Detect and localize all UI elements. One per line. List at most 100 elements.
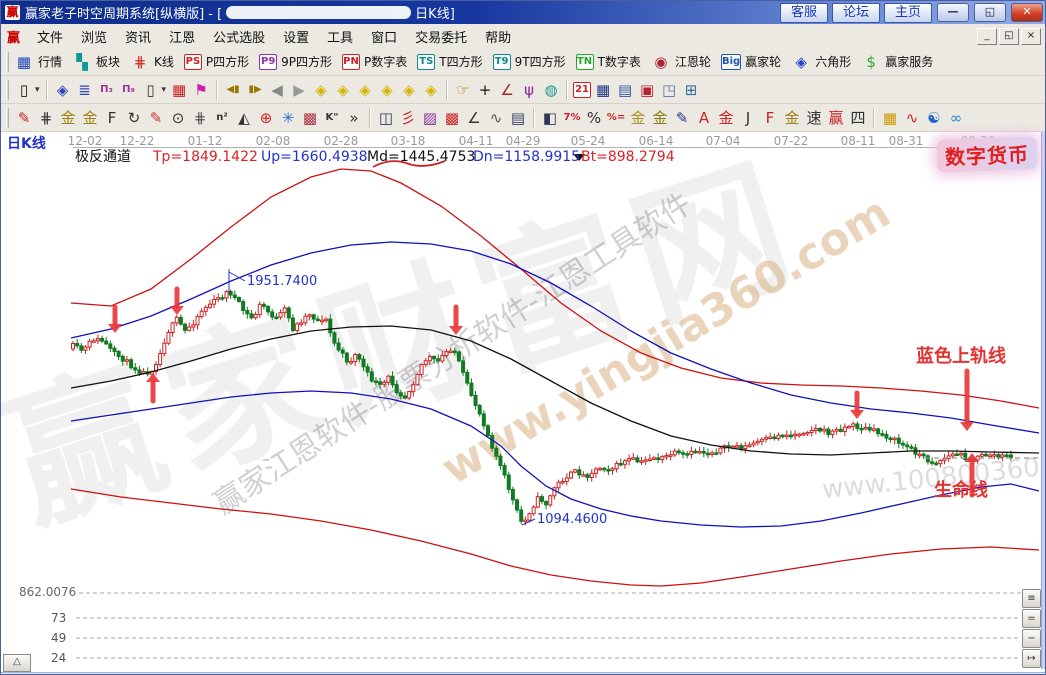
gann-wheel-icon[interactable]: ◉ xyxy=(651,51,671,73)
k-quote-icon[interactable]: K" xyxy=(322,107,342,129)
more-tools-icon[interactable]: » xyxy=(344,107,364,129)
book-icon[interactable]: ▤ xyxy=(508,107,528,129)
t9-square-icon[interactable]: T9 xyxy=(493,54,511,70)
menu-文件[interactable]: 文件 xyxy=(28,29,72,48)
kline-style-icon[interactable]: ▯ xyxy=(14,79,34,101)
brush-icon[interactable]: ✎ xyxy=(672,107,692,129)
box-red-icon[interactable]: ▩ xyxy=(442,107,462,129)
flag-colors-icon[interactable]: ⚑ xyxy=(191,79,211,101)
customer-service-button[interactable]: 客服 xyxy=(780,3,828,23)
snowflake-icon[interactable]: ✳ xyxy=(278,107,298,129)
close-button[interactable]: ✕ xyxy=(1011,3,1043,22)
n-squared-icon[interactable]: n² xyxy=(212,107,232,129)
candle-pick-dropdown[interactable]: ▾ xyxy=(162,85,167,95)
toolbar-grip[interactable] xyxy=(6,80,9,100)
su-angle-icon[interactable]: 速 xyxy=(804,107,824,129)
percent-lines-icon[interactable]: %= xyxy=(606,107,626,129)
gann-ruler-icon[interactable]: ⋕ xyxy=(36,107,56,129)
dia-left-icon[interactable]: ◈ xyxy=(311,79,331,101)
p-number-label[interactable]: P数字表 xyxy=(364,53,407,70)
sectors-icon[interactable]: ▚ xyxy=(72,51,92,73)
menu-资讯[interactable]: 资讯 xyxy=(116,29,160,48)
forum-button[interactable]: 论坛 xyxy=(832,3,880,23)
first-bar-icon[interactable]: ◀▮ xyxy=(223,79,243,101)
menu-设置[interactable]: 设置 xyxy=(274,29,318,48)
a-wave-icon[interactable]: A xyxy=(694,107,714,129)
circle-cycle-icon[interactable]: ⊙ xyxy=(168,107,188,129)
target-red-icon[interactable]: ⊕ xyxy=(256,107,276,129)
dia-expand-icon[interactable]: ◈ xyxy=(355,79,375,101)
p-square-icon[interactable]: PS xyxy=(184,54,202,70)
mdi-restore-button[interactable]: ◱ xyxy=(999,28,1019,45)
calendar-21-icon[interactable]: 21 xyxy=(573,82,591,98)
computer-icon[interactable]: ⊞ xyxy=(681,79,701,101)
save-icon[interactable]: ▣ xyxy=(637,79,657,101)
gann-wheel-label[interactable]: 江恩轮 xyxy=(675,53,711,70)
notepad-icon[interactable]: ▤ xyxy=(615,79,635,101)
toolbar-grip[interactable] xyxy=(6,52,9,72)
gold-grid-2-icon[interactable]: 金 xyxy=(80,107,100,129)
candle-pick-icon[interactable]: ▯ xyxy=(141,79,161,101)
dia-right-icon[interactable]: ◈ xyxy=(333,79,353,101)
angle-meter-icon[interactable]: ∠ xyxy=(497,79,517,101)
angle-fan-icon[interactable]: ∠ xyxy=(464,107,484,129)
zigzag-tool-icon[interactable]: ∿ xyxy=(902,107,922,129)
t-square-label[interactable]: T四方形 xyxy=(439,53,482,70)
cycle-cloud-icon[interactable]: ◍ xyxy=(541,79,561,101)
steps-9-icon[interactable]: Π₉ xyxy=(119,79,139,101)
homepage-button[interactable]: 主页 xyxy=(884,3,932,23)
info-note-icon[interactable]: ≣ xyxy=(75,79,95,101)
steps-3-icon[interactable]: Π₃ xyxy=(97,79,117,101)
p9-square-label[interactable]: 9P四方形 xyxy=(281,53,332,70)
winner-wheel-icon[interactable]: Big xyxy=(721,54,741,70)
bar-stats-icon[interactable]: ◧ xyxy=(540,107,560,129)
grid-yellow-icon[interactable]: ▦ xyxy=(880,107,900,129)
spiral-icon[interactable]: ↻ xyxy=(124,107,144,129)
hand-drag-icon[interactable]: ☞ xyxy=(453,79,473,101)
winner-service-icon[interactable]: $ xyxy=(861,51,881,73)
calculator-icon[interactable]: ▦ xyxy=(593,79,613,101)
quotes-icon[interactable]: ▦ xyxy=(14,51,34,73)
t-number-label[interactable]: T数字表 xyxy=(598,53,641,70)
pencil-ruler-icon[interactable]: ✎ xyxy=(146,107,166,129)
percent-strike-icon[interactable]: 7% xyxy=(562,107,582,129)
snapshot-icon[interactable]: ◳ xyxy=(659,79,679,101)
digital-currency-tag[interactable]: 数字货币 xyxy=(936,136,1037,172)
menu-公式选股[interactable]: 公式选股 xyxy=(204,29,274,48)
dia-shrink-icon[interactable]: ◈ xyxy=(377,79,397,101)
menu-工具[interactable]: 工具 xyxy=(318,29,362,48)
chart-canvas[interactable] xyxy=(1,132,1041,669)
t-number-icon[interactable]: TN xyxy=(576,54,594,70)
quotes-label[interactable]: 行情 xyxy=(38,53,62,70)
target-grid-icon[interactable]: ▩ xyxy=(300,107,320,129)
kline-style-dropdown[interactable]: ▾ xyxy=(35,85,40,95)
restore-button[interactable]: ◱ xyxy=(974,3,1006,22)
si-angle-icon[interactable]: 四 xyxy=(848,107,868,129)
p-square-label[interactable]: P四方形 xyxy=(206,53,249,70)
minimize-button[interactable]: — xyxy=(937,3,969,22)
next-bar-icon[interactable]: ▶ xyxy=(289,79,309,101)
gold-angle-icon[interactable]: 金 xyxy=(782,107,802,129)
gold-lines-icon[interactable]: 金 xyxy=(650,107,670,129)
dia-compress-icon[interactable]: ◈ xyxy=(399,79,419,101)
trend-wave-icon[interactable]: ∿ xyxy=(486,107,506,129)
box-purple-icon[interactable]: ▨ xyxy=(420,107,440,129)
menu-交易委托[interactable]: 交易委托 xyxy=(406,29,476,48)
menu-江恩[interactable]: 江恩 xyxy=(160,29,204,48)
infinity-icon[interactable]: ∞ xyxy=(946,107,966,129)
p9-square-icon[interactable]: P9 xyxy=(259,54,277,70)
t9-square-label[interactable]: 9T四方形 xyxy=(515,53,566,70)
chart-area[interactable]: 赢家财富网赢家江恩软件-股票分析软件-江恩工具软件www.yingjia360.… xyxy=(1,132,1041,669)
dia-all-icon[interactable]: ◈ xyxy=(421,79,441,101)
mdi-close-button[interactable]: × xyxy=(1021,28,1041,45)
kline-icon[interactable]: ⋕ xyxy=(130,51,150,73)
f-tool-icon[interactable]: F xyxy=(102,107,122,129)
t-square-icon[interactable]: TS xyxy=(417,54,435,70)
kline-label[interactable]: K线 xyxy=(154,53,174,70)
gold-circle-icon[interactable]: 金 xyxy=(628,107,648,129)
hexagon-icon[interactable]: ◈ xyxy=(791,51,811,73)
fan-lines-icon[interactable]: 彡 xyxy=(398,107,418,129)
grid-hatch-icon[interactable]: ▦ xyxy=(169,79,189,101)
sectors-label[interactable]: 板块 xyxy=(96,53,120,70)
angle-a-icon[interactable]: ◭ xyxy=(234,107,254,129)
